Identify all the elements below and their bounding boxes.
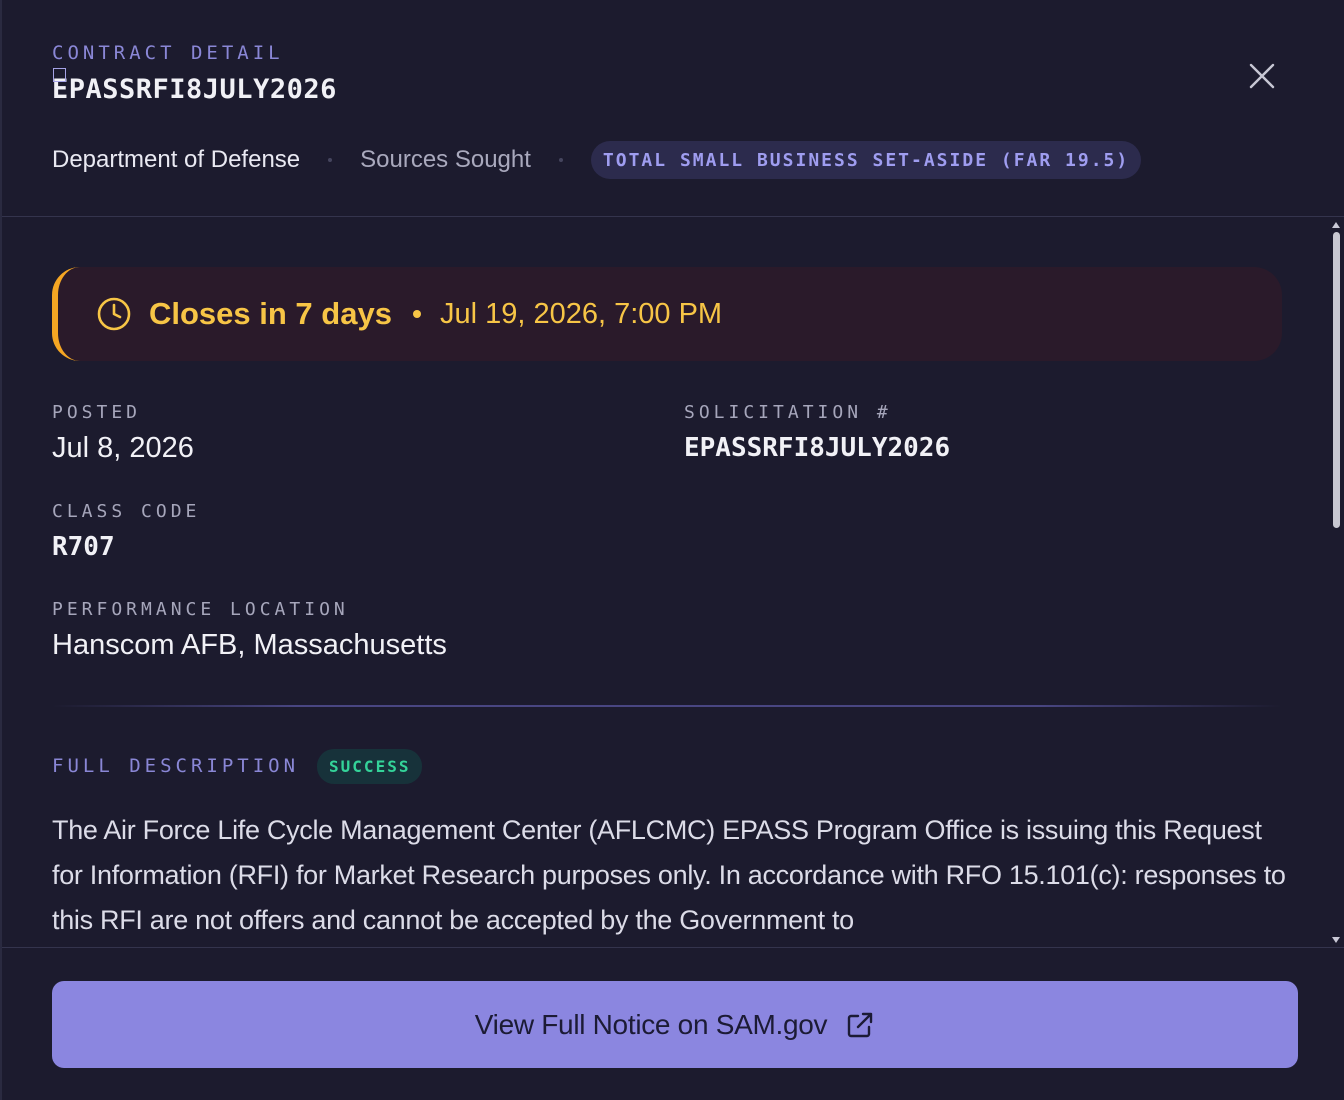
deadline-date: Jul 19, 2026, 7:00 PM xyxy=(439,297,723,330)
scroll-up-arrow-icon[interactable] xyxy=(1332,222,1340,228)
panel-header: CONTRACT DETAIL EPASSRFI8JULY2026 Depart… xyxy=(2,0,1344,217)
section-divider xyxy=(52,705,1282,707)
class-code-label: CLASS CODE xyxy=(52,501,201,522)
scroll-down-arrow-icon[interactable] xyxy=(1332,937,1340,943)
deadline-banner: Closes in 7 days Jul 19, 2026, 7:00 PM xyxy=(52,267,1282,361)
solicitation-label: SOLICITATION # xyxy=(684,402,892,423)
close-button[interactable] xyxy=(1242,56,1282,96)
clock-icon xyxy=(97,297,131,331)
solicitation-value: EPASSRFI8JULY2026 xyxy=(684,433,951,463)
location-label: PERFORMANCE LOCATION xyxy=(52,599,349,620)
close-icon xyxy=(1249,63,1275,89)
posted-label: POSTED xyxy=(52,402,142,423)
closes-in-text: Closes in 7 days xyxy=(149,296,392,331)
description-label: FULL DESCRIPTION xyxy=(52,755,300,777)
set-aside-badge: TOTAL SMALL BUSINESS SET-ASIDE (FAR 19.5… xyxy=(590,141,1142,179)
notice-type: Sources Sought xyxy=(360,146,531,173)
notice-meta: Department of Defense Sources Sought TOT… xyxy=(52,140,1142,180)
description-header: FULL DESCRIPTION SUCCESS xyxy=(52,748,423,784)
external-link-icon xyxy=(848,1012,873,1037)
panel-footer: View Full Notice on SAM.gov xyxy=(2,947,1344,1100)
agency-name: Department of Defense xyxy=(52,146,301,173)
class-code-value: R707 xyxy=(52,532,115,562)
posted-value: Jul 8, 2026 xyxy=(52,432,194,464)
notice-title: EPASSRFI8JULY2026 xyxy=(52,68,337,105)
contract-detail-panel: CONTRACT DETAIL EPASSRFI8JULY2026 Depart… xyxy=(0,0,1344,1100)
panel-eyebrow: CONTRACT DETAIL xyxy=(52,42,284,64)
vertical-scrollbar[interactable] xyxy=(1328,218,1344,947)
status-badge: SUCCESS xyxy=(317,748,423,784)
deadline-separator xyxy=(412,310,421,318)
meta-separator xyxy=(558,158,563,162)
scrollbar-thumb[interactable] xyxy=(1333,232,1340,528)
notice-id-text: EPASSRFI8JULY2026 xyxy=(52,74,337,105)
detail-scroll-area[interactable]: Closes in 7 days Jul 19, 2026, 7:00 PM P… xyxy=(2,218,1344,947)
view-on-sam-button[interactable]: View Full Notice on SAM.gov xyxy=(52,981,1298,1068)
view-on-sam-label: View Full Notice on SAM.gov xyxy=(474,1008,828,1040)
missing-glyph-icon xyxy=(53,68,66,82)
meta-separator xyxy=(328,158,333,162)
location-value: Hanscom AFB, Massachusetts xyxy=(52,629,447,661)
description-text: The Air Force Life Cycle Management Cent… xyxy=(52,815,1286,935)
